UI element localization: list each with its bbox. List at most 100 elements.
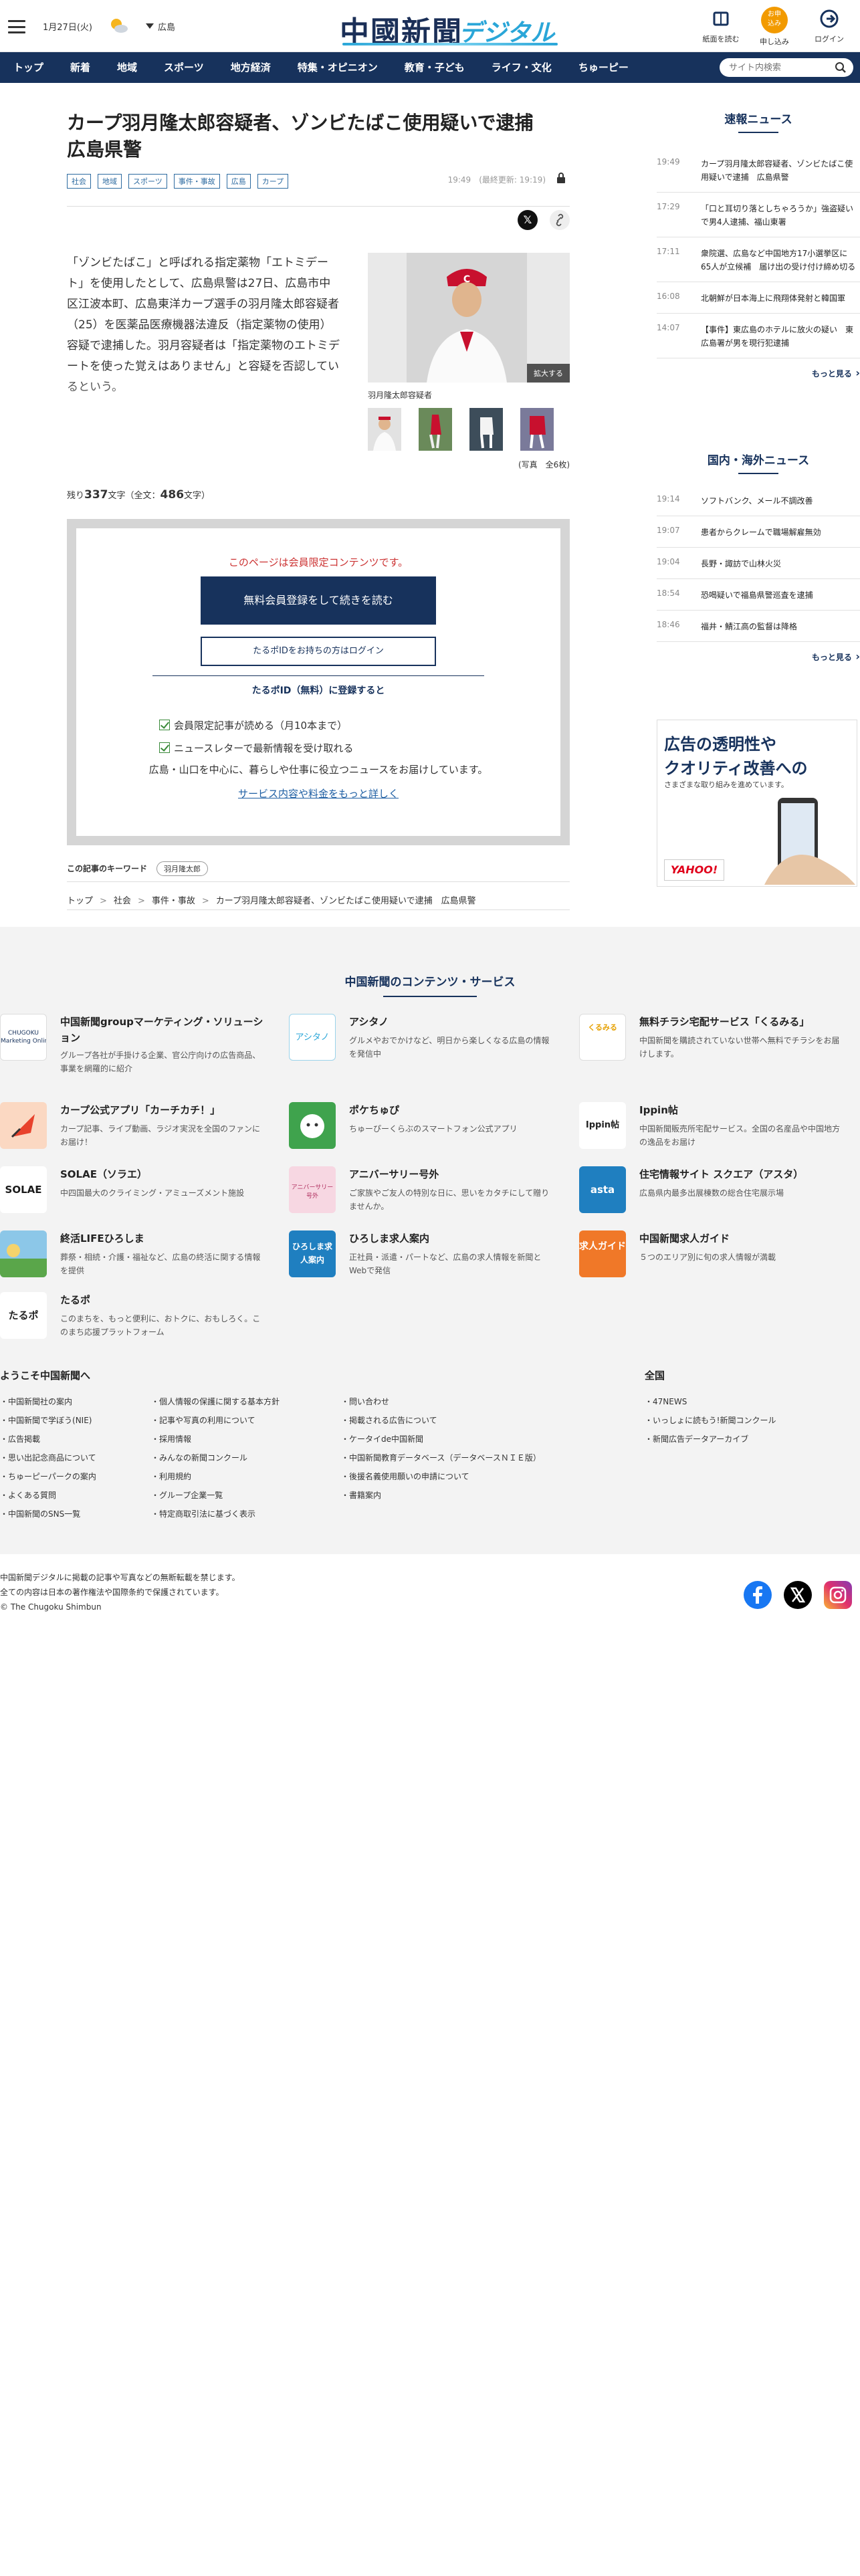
footer-link[interactable]: 個人情報の保護に関する基本方針	[151, 1392, 280, 1411]
footer-link[interactable]: 書籍案内	[341, 1486, 541, 1505]
photo-thumbnail[interactable]	[419, 408, 452, 451]
yahoo-logo: YAHOO!	[664, 859, 724, 881]
instagram-icon[interactable]	[824, 1581, 852, 1609]
login-button[interactable]: ログイン	[802, 7, 856, 44]
world-more-link[interactable]: もっと見る	[657, 650, 860, 663]
x-icon[interactable]	[784, 1581, 812, 1609]
footer-link[interactable]: ケータイde中国新聞	[341, 1430, 541, 1448]
tag-sports[interactable]: スポーツ	[128, 174, 167, 189]
news-item[interactable]: 19:49 カープ羽月隆太郎容疑者、ゾンビたばこ使用疑いで逮捕 広島県警	[657, 148, 860, 193]
tag-incident[interactable]: 事件・事故	[173, 174, 220, 189]
footer-link[interactable]: 47NEWS	[645, 1392, 776, 1411]
services-section: 中国新聞のコンテンツ・サービス CHUGOKU Marketing Online…	[0, 927, 860, 1554]
taru-login-button[interactable]: たるポIDをお持ちの方はログイン	[201, 637, 436, 666]
service-card[interactable]: ひろしま求人案内 ひろしま求人案内 正社員・派遣・パートなど、広島の求人情報を新…	[289, 1230, 570, 1304]
site-logo[interactable]: 中國新聞 デジタル	[340, 5, 560, 49]
nav-item-life[interactable]: ライフ・文化	[478, 52, 565, 83]
footer-link[interactable]: 利用規約	[151, 1467, 280, 1486]
breadcrumb-society[interactable]: 社会	[114, 896, 131, 906]
service-card[interactable]: たるポ たるポ このまちを、もっと便利に、おトクに、おもしろく。このまち応援プラ…	[0, 1292, 281, 1366]
nav-item-top[interactable]: トップ	[0, 52, 57, 83]
search-input[interactable]	[720, 58, 827, 77]
nav-item-sports[interactable]: スポーツ	[150, 52, 217, 83]
news-item[interactable]: 18:54 恐喝疑いで福島県警巡査を逮捕	[657, 579, 860, 611]
footer-link[interactable]: よくある質問	[0, 1486, 96, 1505]
shukatsu-logo	[0, 1230, 47, 1277]
x-share-icon[interactable]: 𝕏	[518, 210, 538, 230]
nav-item-education[interactable]: 教育・子ども	[391, 52, 478, 83]
photo-thumbnails	[368, 408, 554, 451]
news-item[interactable]: 19:14 ソフトバンク、メール不調改善	[657, 485, 860, 516]
tag-carp[interactable]: カープ	[257, 174, 289, 189]
footer-link[interactable]: 中国新聞教育データベース（データベースＮＩＥ版）	[341, 1448, 541, 1467]
enlarge-label[interactable]: 拡大する	[527, 364, 570, 383]
facebook-icon[interactable]	[744, 1581, 772, 1609]
keyword-tag[interactable]: 羽月隆太郎	[156, 861, 209, 876]
article-photo[interactable]: C 拡大する	[368, 253, 570, 383]
footer-link[interactable]: 採用情報	[151, 1430, 280, 1448]
service-card[interactable]: SOLAE SOLAE（ソラエ） 中四国最大のクライミング・アミューズメント施設	[0, 1166, 281, 1240]
news-item[interactable]: 16:08 北朝鮮が日本海上に飛翔体発射と韓国軍	[657, 282, 860, 314]
news-item[interactable]: 19:04 長野・諏訪で山林火災	[657, 548, 860, 579]
footer-link[interactable]: 後援名義使用願いの申請について	[341, 1467, 541, 1486]
anniversary-logo: アニバーサリー号外	[289, 1166, 336, 1213]
tag-society[interactable]: 社会	[67, 174, 91, 189]
signup-button[interactable]: お申 込み 申し込み	[748, 7, 801, 47]
footer-link[interactable]: 広告掲載	[0, 1430, 96, 1448]
footer-link[interactable]: 思い出記念商品について	[0, 1448, 96, 1467]
nav-item-new[interactable]: 新着	[57, 52, 104, 83]
hamburger-menu-icon[interactable]	[8, 20, 25, 33]
breadcrumb-top[interactable]: トップ	[67, 896, 93, 906]
link-copy-icon[interactable]	[550, 210, 570, 230]
read-paper-button[interactable]: 紙面を読む	[694, 7, 748, 44]
ad-banner[interactable]: 広告の透明性や クオリティ改善への さまざまな取り組みを進めています。 YAHO…	[657, 720, 857, 887]
nav-item-chupy[interactable]: ちゅーピー	[565, 52, 642, 83]
tag-hiroshima[interactable]: 広島	[226, 174, 251, 189]
welcome-links-col2: 個人情報の保護に関する基本方針 記事や写真の利用について 採用情報 みんなの新聞…	[151, 1392, 280, 1523]
service-card[interactable]: asta 住宅情報サイト スクエア（アスタ） 広島県内最多出展棟数の総合住宅展示…	[579, 1166, 860, 1240]
service-card[interactable]: CHUGOKU Marketing Online 中国新聞groupマーケティン…	[0, 1014, 281, 1087]
news-item[interactable]: 17:11 衆院選、広島など中国地方17小選挙区に65人が立候補 届け出の受け付け…	[657, 237, 860, 282]
region-selector[interactable]: 広島	[146, 20, 175, 33]
nav-item-region[interactable]: 地域	[104, 52, 150, 83]
service-card[interactable]: くるみる 無料チラシ宅配サービス「くるみる」 中国新聞を購読されていない世帯へ無…	[579, 1014, 860, 1087]
photo-thumbnail[interactable]	[520, 408, 554, 451]
breadcrumb-incident[interactable]: 事件・事故	[152, 896, 195, 906]
search-icon[interactable]	[835, 62, 847, 74]
share-bar: 𝕏	[518, 210, 570, 230]
nav-item-opinion[interactable]: 特集・オピニオン	[284, 52, 391, 83]
service-card[interactable]: アニバーサリー号外 アニバーサリー号外 ご家族やご友人の特別な日に、思いをカタチ…	[289, 1166, 570, 1240]
footer-link[interactable]: 記事や写真の利用について	[151, 1411, 280, 1430]
news-item[interactable]: 19:07 患者からクレームで職場解雇無効	[657, 516, 860, 548]
footer-link[interactable]: 中国新聞で学ぼう(NIE)	[0, 1411, 96, 1430]
nav-item-economy[interactable]: 地方経済	[217, 52, 284, 83]
footer-link[interactable]: グループ企業一覧	[151, 1486, 280, 1505]
photo-thumbnail[interactable]	[368, 408, 401, 451]
footer-link[interactable]: みんなの新聞コンクール	[151, 1448, 280, 1467]
footer-link[interactable]: 中国新聞社の案内	[0, 1392, 96, 1411]
service-card[interactable]: 求人ガイド 中国新聞求人ガイド ５つのエリア別に旬の求人情報が満載	[579, 1230, 860, 1304]
service-card[interactable]: アシタノ アシタノ グルメやおでかけなど、明日から楽しくなる広島の情報を発信中	[289, 1014, 570, 1087]
service-details-link[interactable]: サービス内容や料金をもっと詳しく	[76, 786, 560, 800]
footer-link[interactable]: ちゅーピーパークの案内	[0, 1467, 96, 1486]
photo-thumbnail[interactable]	[469, 408, 503, 451]
news-item[interactable]: 17:29 「口と耳切り落としちゃろうか」強盗疑いで男4人逮捕、福山東署	[657, 193, 860, 237]
news-item[interactable]: 14:07 【事件】東広島のホテルに放火の疑い 東広島署が男を現行犯逮捕	[657, 314, 860, 358]
ad-subtext: さまざまな取り組みを進めています。	[664, 780, 788, 789]
service-card[interactable]: ポケちゅぴ ちゅーぴーくらぶのスマートフォン公式アプリ	[289, 1102, 570, 1176]
footer-link[interactable]: 新聞広告データアーカイブ	[645, 1430, 776, 1448]
remaining-chars: 残り337文字（全文：486文字）	[67, 488, 210, 502]
footer-link[interactable]: 特定商取引法に基づく表示	[151, 1505, 280, 1523]
footer-link[interactable]: 中国新聞のSNS一覧	[0, 1505, 96, 1523]
service-card[interactable]: Ippin帖 Ippin帖 中国新聞販売所宅配サービス。全国の名産品や中国地方の…	[579, 1102, 860, 1176]
footer-link[interactable]: いっしょに読もう!新聞コンクール	[645, 1411, 776, 1430]
service-logo-text: アニバーサリー号外	[291, 1184, 334, 1200]
breaking-more-link[interactable]: もっと見る	[657, 366, 860, 379]
hiroshima-jobs-logo: ひろしま求人案内	[289, 1230, 336, 1277]
news-item[interactable]: 18:46 福井・鯖江高の監督は降格	[657, 611, 860, 642]
service-card[interactable]: カープ公式アプリ「カーチカチ！」 カープ記事、ライブ動画、ラジオ実況を全国のファ…	[0, 1102, 281, 1176]
footer-link[interactable]: 掲載される広告について	[341, 1411, 541, 1430]
register-button[interactable]: 無料会員登録をして続きを読む	[201, 576, 436, 625]
footer-link[interactable]: 問い合わせ	[341, 1392, 541, 1411]
tag-region[interactable]: 地域	[98, 174, 122, 189]
